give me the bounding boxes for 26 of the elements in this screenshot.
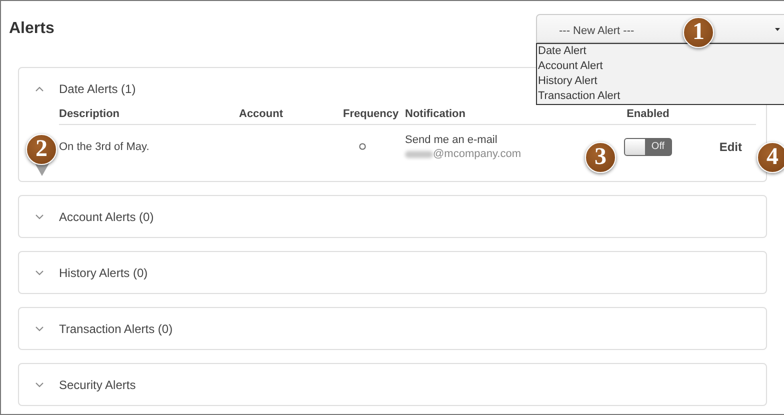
section-header[interactable]: Date Alerts (1) <box>19 68 136 109</box>
expand-icon <box>35 214 44 220</box>
expand-icon <box>35 326 44 332</box>
email-address: @mcompany.com <box>433 148 521 160</box>
column-header: Notification <box>405 108 466 120</box>
table-cell-text: Send me an e-mail <box>405 134 498 146</box>
section-header[interactable]: Security Alerts <box>19 364 136 405</box>
enabled-toggle[interactable]: Off <box>624 138 672 156</box>
dropdown-option[interactable]: Account Alert <box>537 59 784 74</box>
dropdown-option[interactable]: Transaction Alert <box>537 89 784 104</box>
column-header: Frequency <box>343 108 400 120</box>
column-header: Description <box>59 108 121 120</box>
expand-icon <box>35 382 44 388</box>
caret-icon <box>775 28 780 31</box>
page-title: Alerts <box>9 20 54 38</box>
section-header[interactable]: Account Alerts (0) <box>19 196 154 237</box>
collapse-icon <box>35 86 44 92</box>
expand-icon <box>35 270 44 276</box>
table-cell-text: On the 3rd of May. <box>59 141 150 153</box>
section-header[interactable]: History Alerts (0) <box>19 252 148 293</box>
column-header: Account <box>239 108 284 120</box>
circle-icon <box>359 143 366 150</box>
column-header: Enabled <box>626 108 670 120</box>
dropdown-option[interactable]: History Alert <box>537 74 784 89</box>
section-header[interactable]: Transaction Alerts (0) <box>19 308 173 349</box>
edit-link[interactable]: Edit <box>719 140 742 154</box>
